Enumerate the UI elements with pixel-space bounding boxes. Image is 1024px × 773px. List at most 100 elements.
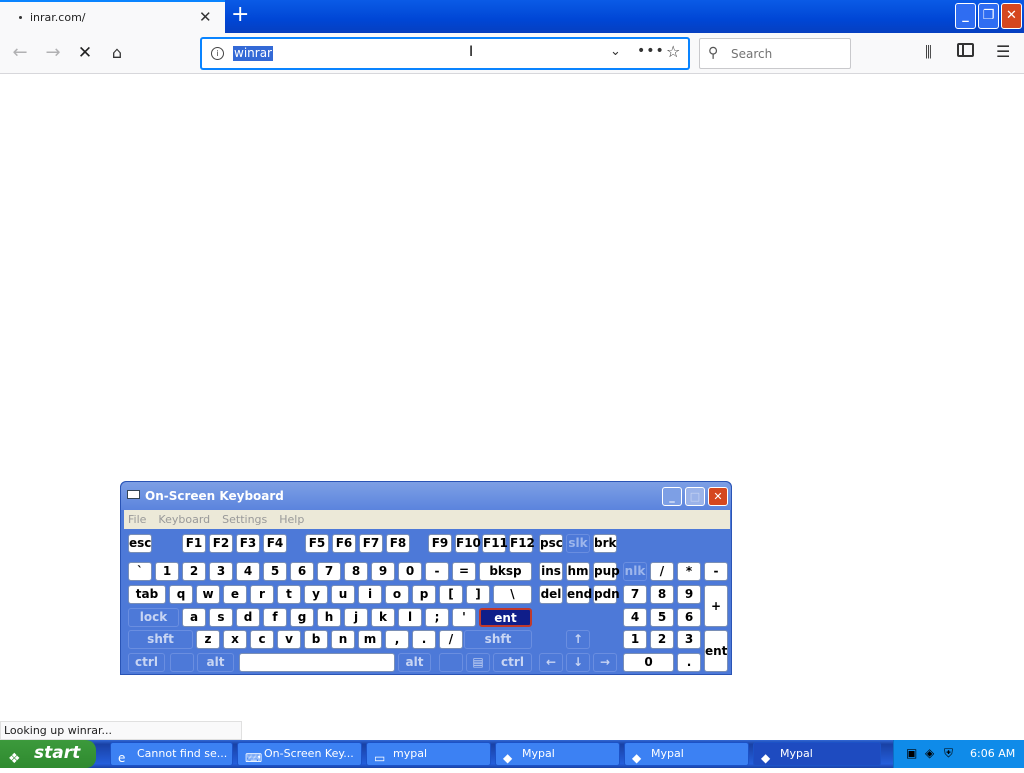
key-↑[interactable]: ↑ <box>566 630 590 649</box>
key-][interactable]: ] <box>466 585 490 604</box>
key-F5[interactable]: F5 <box>305 534 329 553</box>
key-lock[interactable]: lock <box>128 608 179 627</box>
key-←[interactable]: ← <box>539 653 563 672</box>
key-2[interactable]: 2 <box>650 630 674 649</box>
info-icon[interactable]: i <box>211 47 224 60</box>
key-,[interactable]: , <box>385 630 409 649</box>
key-ctrl[interactable]: ctrl <box>128 653 165 672</box>
key-alt[interactable]: alt <box>398 653 431 672</box>
key-▤[interactable]: ▤ <box>466 653 490 672</box>
key-blank[interactable] <box>239 653 395 672</box>
key-z[interactable]: z <box>196 630 220 649</box>
key-a[interactable]: a <box>182 608 206 627</box>
search-input[interactable]: ⚲ Search <box>699 38 851 69</box>
osk-title-bar[interactable]: On-Screen Keyboard _ □ ✕ <box>121 482 731 510</box>
key-h[interactable]: h <box>317 608 341 627</box>
key-F7[interactable]: F7 <box>359 534 383 553</box>
key-p[interactable]: p <box>412 585 436 604</box>
key-j[interactable]: j <box>344 608 368 627</box>
key-pup[interactable]: pup <box>593 562 620 581</box>
key-0[interactable]: 0 <box>623 653 674 672</box>
key-c[interactable]: c <box>250 630 274 649</box>
key-+[interactable]: + <box>704 585 728 627</box>
key-F11[interactable]: F11 <box>482 534 508 553</box>
key-1[interactable]: 1 <box>623 630 647 649</box>
key-'[interactable]: ' <box>452 608 476 627</box>
key-.[interactable]: . <box>412 630 436 649</box>
key--[interactable]: - <box>425 562 449 581</box>
osk-close-button[interactable]: ✕ <box>708 487 728 506</box>
key-F12[interactable]: F12 <box>509 534 535 553</box>
key-brk[interactable]: brk <box>593 534 617 553</box>
key-e[interactable]: e <box>223 585 247 604</box>
key-F4[interactable]: F4 <box>263 534 287 553</box>
start-button[interactable]: ❖ start <box>0 740 96 768</box>
key-3[interactable]: 3 <box>209 562 233 581</box>
taskbar-item-mypal-1[interactable]: ◆ Mypal <box>495 742 620 766</box>
key--[interactable]: - <box>704 562 728 581</box>
taskbar-item-mypal-folder[interactable]: ▭ mypal <box>366 742 491 766</box>
key-hm[interactable]: hm <box>566 562 590 581</box>
key-F10[interactable]: F10 <box>455 534 481 553</box>
key-bksp[interactable]: bksp <box>479 562 532 581</box>
key-.[interactable]: . <box>677 653 701 672</box>
menu-keyboard[interactable]: Keyboard <box>158 513 210 526</box>
page-actions-icon[interactable]: ••• <box>637 43 665 59</box>
key-F2[interactable]: F2 <box>209 534 233 553</box>
key-d[interactable]: d <box>236 608 260 627</box>
key-7[interactable]: 7 <box>317 562 341 581</box>
menu-file[interactable]: File <box>128 513 146 526</box>
url-bar[interactable]: i winrar I ⌄ ••• ☆ <box>201 38 689 69</box>
key-8[interactable]: 8 <box>650 585 674 604</box>
key-q[interactable]: q <box>169 585 193 604</box>
library-icon[interactable]: ⫼ <box>925 43 932 61</box>
shield-icon[interactable]: ⛨ <box>944 746 953 761</box>
url-input[interactable]: winrar <box>233 46 273 61</box>
key-t[interactable]: t <box>277 585 301 604</box>
window-restore-button[interactable]: ❐ <box>978 3 999 29</box>
osk-minimize-button[interactable]: _ <box>662 487 682 506</box>
key-2[interactable]: 2 <box>182 562 206 581</box>
window-minimize-button[interactable]: _ <box>955 3 976 29</box>
key-9[interactable]: 9 <box>371 562 395 581</box>
key-end[interactable]: end <box>566 585 592 604</box>
key-↓[interactable]: ↓ <box>566 653 590 672</box>
key-psc[interactable]: psc <box>539 534 563 553</box>
key-5[interactable]: 5 <box>263 562 287 581</box>
key-shft[interactable]: shft <box>464 630 532 649</box>
taskbar-item-ie[interactable]: e Cannot find se... <box>110 742 233 766</box>
menu-settings[interactable]: Settings <box>222 513 267 526</box>
window-close-button[interactable]: ✕ <box>1001 3 1022 29</box>
chevron-down-icon[interactable]: ⌄ <box>610 44 621 59</box>
key-blank[interactable] <box>439 653 463 672</box>
key-F6[interactable]: F6 <box>332 534 356 553</box>
stop-loading-button[interactable]: ✕ <box>73 41 97 65</box>
key-3[interactable]: 3 <box>677 630 701 649</box>
security-icon[interactable]: ◈ <box>925 746 934 760</box>
key-u[interactable]: u <box>331 585 355 604</box>
key-5[interactable]: 5 <box>650 608 674 627</box>
key-6[interactable]: 6 <box>290 562 314 581</box>
network-icon[interactable]: ▣ <box>906 746 917 760</box>
key-o[interactable]: o <box>385 585 409 604</box>
key-ins[interactable]: ins <box>539 562 563 581</box>
taskbar-item-mypal-3[interactable]: ◆ Mypal <box>753 742 881 766</box>
key-i[interactable]: i <box>358 585 382 604</box>
hamburger-menu-icon[interactable]: ☰ <box>996 42 1010 61</box>
key-m[interactable]: m <box>358 630 382 649</box>
key-6[interactable]: 6 <box>677 608 701 627</box>
key-/[interactable]: / <box>650 562 674 581</box>
key-7[interactable]: 7 <box>623 585 647 604</box>
sidebar-icon[interactable] <box>957 43 974 57</box>
key-ent[interactable]: ent <box>704 630 728 672</box>
key-blank[interactable] <box>170 653 194 672</box>
key-4[interactable]: 4 <box>623 608 647 627</box>
taskbar-item-osk[interactable]: ⌨ On-Screen Key... <box>237 742 362 766</box>
key-n[interactable]: n <box>331 630 355 649</box>
key-y[interactable]: y <box>304 585 328 604</box>
back-button[interactable]: ← <box>8 41 32 65</box>
key-k[interactable]: k <box>371 608 395 627</box>
key-`[interactable]: ` <box>128 562 152 581</box>
key-[[interactable]: [ <box>439 585 463 604</box>
key-esc[interactable]: esc <box>128 534 152 553</box>
